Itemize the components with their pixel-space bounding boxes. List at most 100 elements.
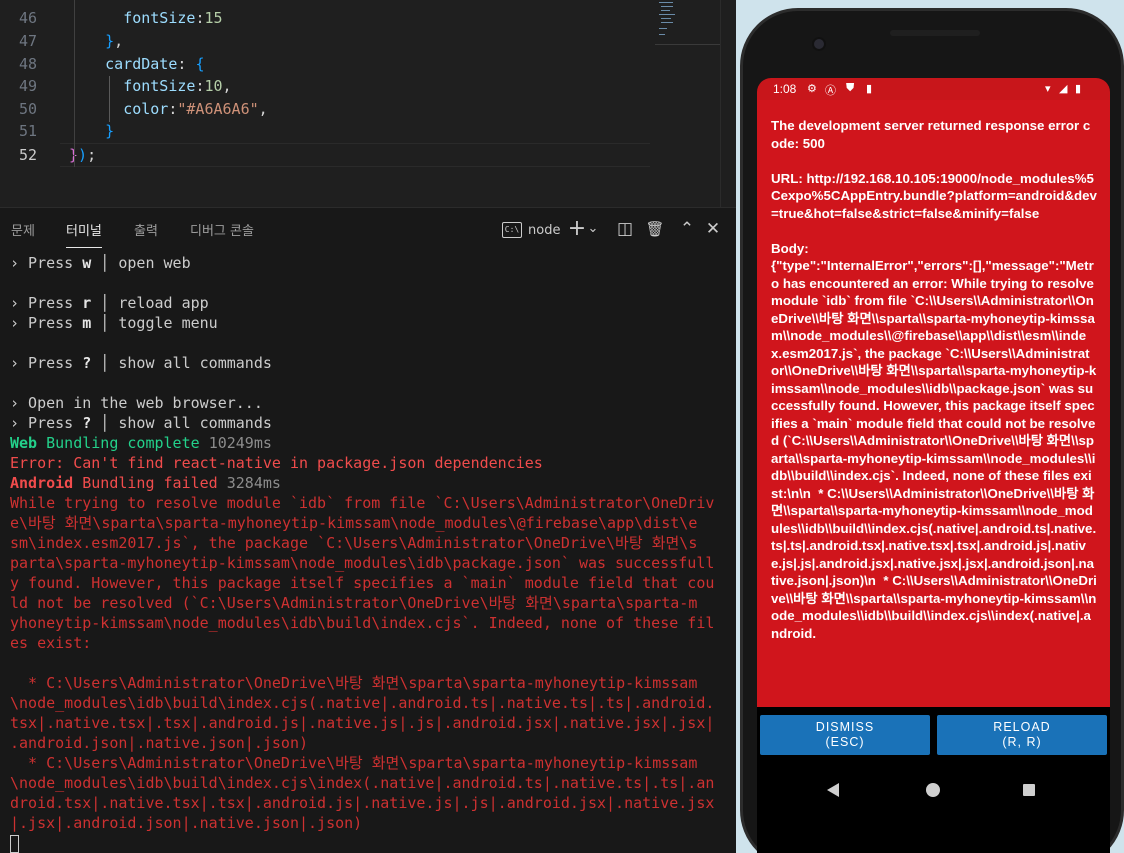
terminal-line: While trying to resolve module `idb` fro… — [10, 493, 722, 513]
chevron-down-icon[interactable]: ⌄ — [586, 218, 600, 240]
line-number: 48 — [18, 55, 37, 73]
back-icon[interactable] — [827, 783, 839, 797]
phone-speaker — [890, 30, 980, 36]
tab-problems[interactable]: 문제 — [11, 220, 35, 239]
code-token: , — [258, 100, 268, 118]
code-token: 15 — [204, 9, 223, 27]
code-token: } — [105, 32, 115, 50]
code-token: color — [123, 100, 169, 118]
editor-scrollbar[interactable] — [720, 0, 734, 207]
indent-guide-active — [109, 76, 110, 122]
terminal-line: \node_modules\idb\build\index.cjs\index(… — [10, 773, 722, 793]
terminal-line: |.jsx|.android.json|.native.json|.json) — [10, 813, 722, 833]
terminal-line: y found. However, this package itself sp… — [10, 573, 722, 593]
terminal-line: .android.json|.native.json|.json) — [10, 733, 722, 753]
terminal-text: .android.json|.native.json|.json) — [10, 734, 309, 752]
code-token: fontSize — [123, 9, 196, 27]
terminal-text: › Press — [10, 294, 83, 312]
terminal-line: Android Bundling failed 3284ms — [10, 473, 722, 493]
minimap[interactable] — [655, 0, 720, 48]
terminal-line: yhoneytip-kimssam\node_modules\idb\build… — [10, 613, 722, 633]
code-token: , — [222, 77, 232, 95]
terminal-text: › Press — [10, 354, 83, 372]
shield-icon: ⛊ — [846, 82, 855, 94]
terminal-line: › Press ? │ show all commands — [10, 353, 722, 373]
terminal-text: tsx|.native.tsx|.tsx|.android.js|.native… — [10, 714, 715, 732]
wifi-icon: ▾ — [1045, 83, 1051, 95]
terminal-text: Bundling failed — [73, 474, 227, 492]
terminal-line: › Press r │ reload app — [10, 293, 722, 313]
indent-guide — [74, 0, 75, 167]
terminal-prompt-line[interactable] — [10, 833, 722, 853]
terminal-line: › Press m │ toggle menu — [10, 313, 722, 333]
recent-apps-icon[interactable] — [1023, 784, 1035, 796]
phone-screen[interactable]: 1:08 ⚙ Ⓐ ⛊ ▮ ▾ ◢ ▮ The development serve… — [757, 78, 1110, 853]
terminal-text: Android — [10, 474, 74, 492]
terminal-text: › Press — [10, 314, 83, 332]
terminal-text: yhoneytip-kimssam\node_modules\idb\build… — [10, 614, 715, 632]
expo-icon: Ⓐ — [825, 85, 836, 97]
code-token: 10 — [204, 77, 223, 95]
tab-terminal[interactable]: 터미널 — [66, 220, 102, 248]
signal-icon: ◢ — [1059, 83, 1068, 95]
split-terminal-icon[interactable]: ◫ — [614, 218, 636, 240]
terminal-text: │ show all commands — [91, 414, 272, 432]
dismiss-button[interactable]: DISMISS (ESC) — [760, 715, 930, 755]
terminal-text: Error: Can't find react-native in packag… — [10, 454, 543, 472]
terminal-text: › Open in the web browser... — [10, 394, 263, 412]
tab-debug-console[interactable]: 디버그 콘솔 — [190, 220, 254, 239]
trash-icon[interactable]: 🗑 — [644, 218, 666, 240]
terminal-line: › Open in the web browser... — [10, 393, 722, 413]
error-message: The development server returned response… — [771, 118, 1097, 641]
settings-icon: ⚙ — [807, 83, 817, 95]
terminal-text: e\바탕 화면\sparta\sparta-myhoneytip-kimssam… — [10, 514, 698, 532]
dismiss-label: DISMISS — [815, 720, 875, 734]
terminal-text: │ open web — [91, 254, 191, 272]
terminal-text: |.jsx|.android.json|.native.json|.json) — [10, 814, 363, 832]
terminal-line: es exist: — [10, 633, 722, 653]
terminal-text: › Press — [10, 254, 83, 272]
line-number: 47 — [18, 32, 37, 50]
tab-output[interactable]: 출력 — [134, 220, 158, 239]
android-nav-bar — [757, 763, 1110, 853]
terminal-text: › Press — [10, 414, 83, 432]
line-number: 52 — [18, 146, 37, 164]
code-token: cardDate — [105, 55, 178, 73]
terminal-text: Bundling complete — [37, 434, 209, 452]
error-redbox[interactable]: The development server returned response… — [757, 100, 1110, 707]
panel-tab-bar: 문제 터미널 출력 디버그 콘솔 C:\ node + ⌄ ◫ 🗑 ⌃ ✕ — [0, 208, 736, 250]
code-token: "#A6A6A6" — [177, 100, 259, 118]
battery-icon: ▮ — [1075, 83, 1082, 95]
code-editor[interactable]: 46 fontSize:15 47 }, 48 cardDate: {49 font… — [0, 0, 736, 207]
terminal-line: tsx|.native.tsx|.tsx|.android.js|.native… — [10, 713, 722, 733]
terminal-text: 3284ms — [226, 474, 281, 492]
reload-label: RELOAD — [993, 720, 1051, 734]
sim-card-icon: ▮ — [866, 83, 873, 95]
dismiss-shortcut: (ESC) — [825, 735, 865, 749]
current-line-highlight — [60, 143, 650, 167]
code-text: fontSize:10, — [69, 75, 232, 97]
code-token: ) — [78, 146, 88, 164]
reload-button[interactable]: RELOAD (R, R) — [937, 715, 1107, 755]
terminal-text: Web — [10, 434, 38, 452]
close-panel-icon[interactable]: ✕ — [702, 218, 724, 240]
maximize-panel-icon[interactable]: ⌃ — [676, 218, 698, 240]
terminal-text: r — [82, 294, 92, 312]
terminal-line: \node_modules\idb\build\index.cjs(.nativ… — [10, 693, 722, 713]
add-terminal-icon[interactable]: + — [566, 218, 588, 240]
terminal-name: node — [528, 222, 561, 238]
terminal-line: › Press w │ open web — [10, 253, 722, 273]
terminal-line: Web Bundling complete 10249ms — [10, 433, 722, 453]
line-number: 50 — [18, 100, 37, 118]
code-token: , — [114, 32, 124, 50]
terminal-output[interactable]: › Press w │ open web › Press r │ reload a… — [10, 253, 722, 853]
terminal-selector[interactable]: C:\ node — [502, 219, 560, 241]
terminal-text: sm\index.esm2017.js`, the package `C:\Us… — [10, 534, 698, 552]
line-number: 49 — [18, 77, 37, 95]
home-icon[interactable] — [926, 783, 940, 797]
